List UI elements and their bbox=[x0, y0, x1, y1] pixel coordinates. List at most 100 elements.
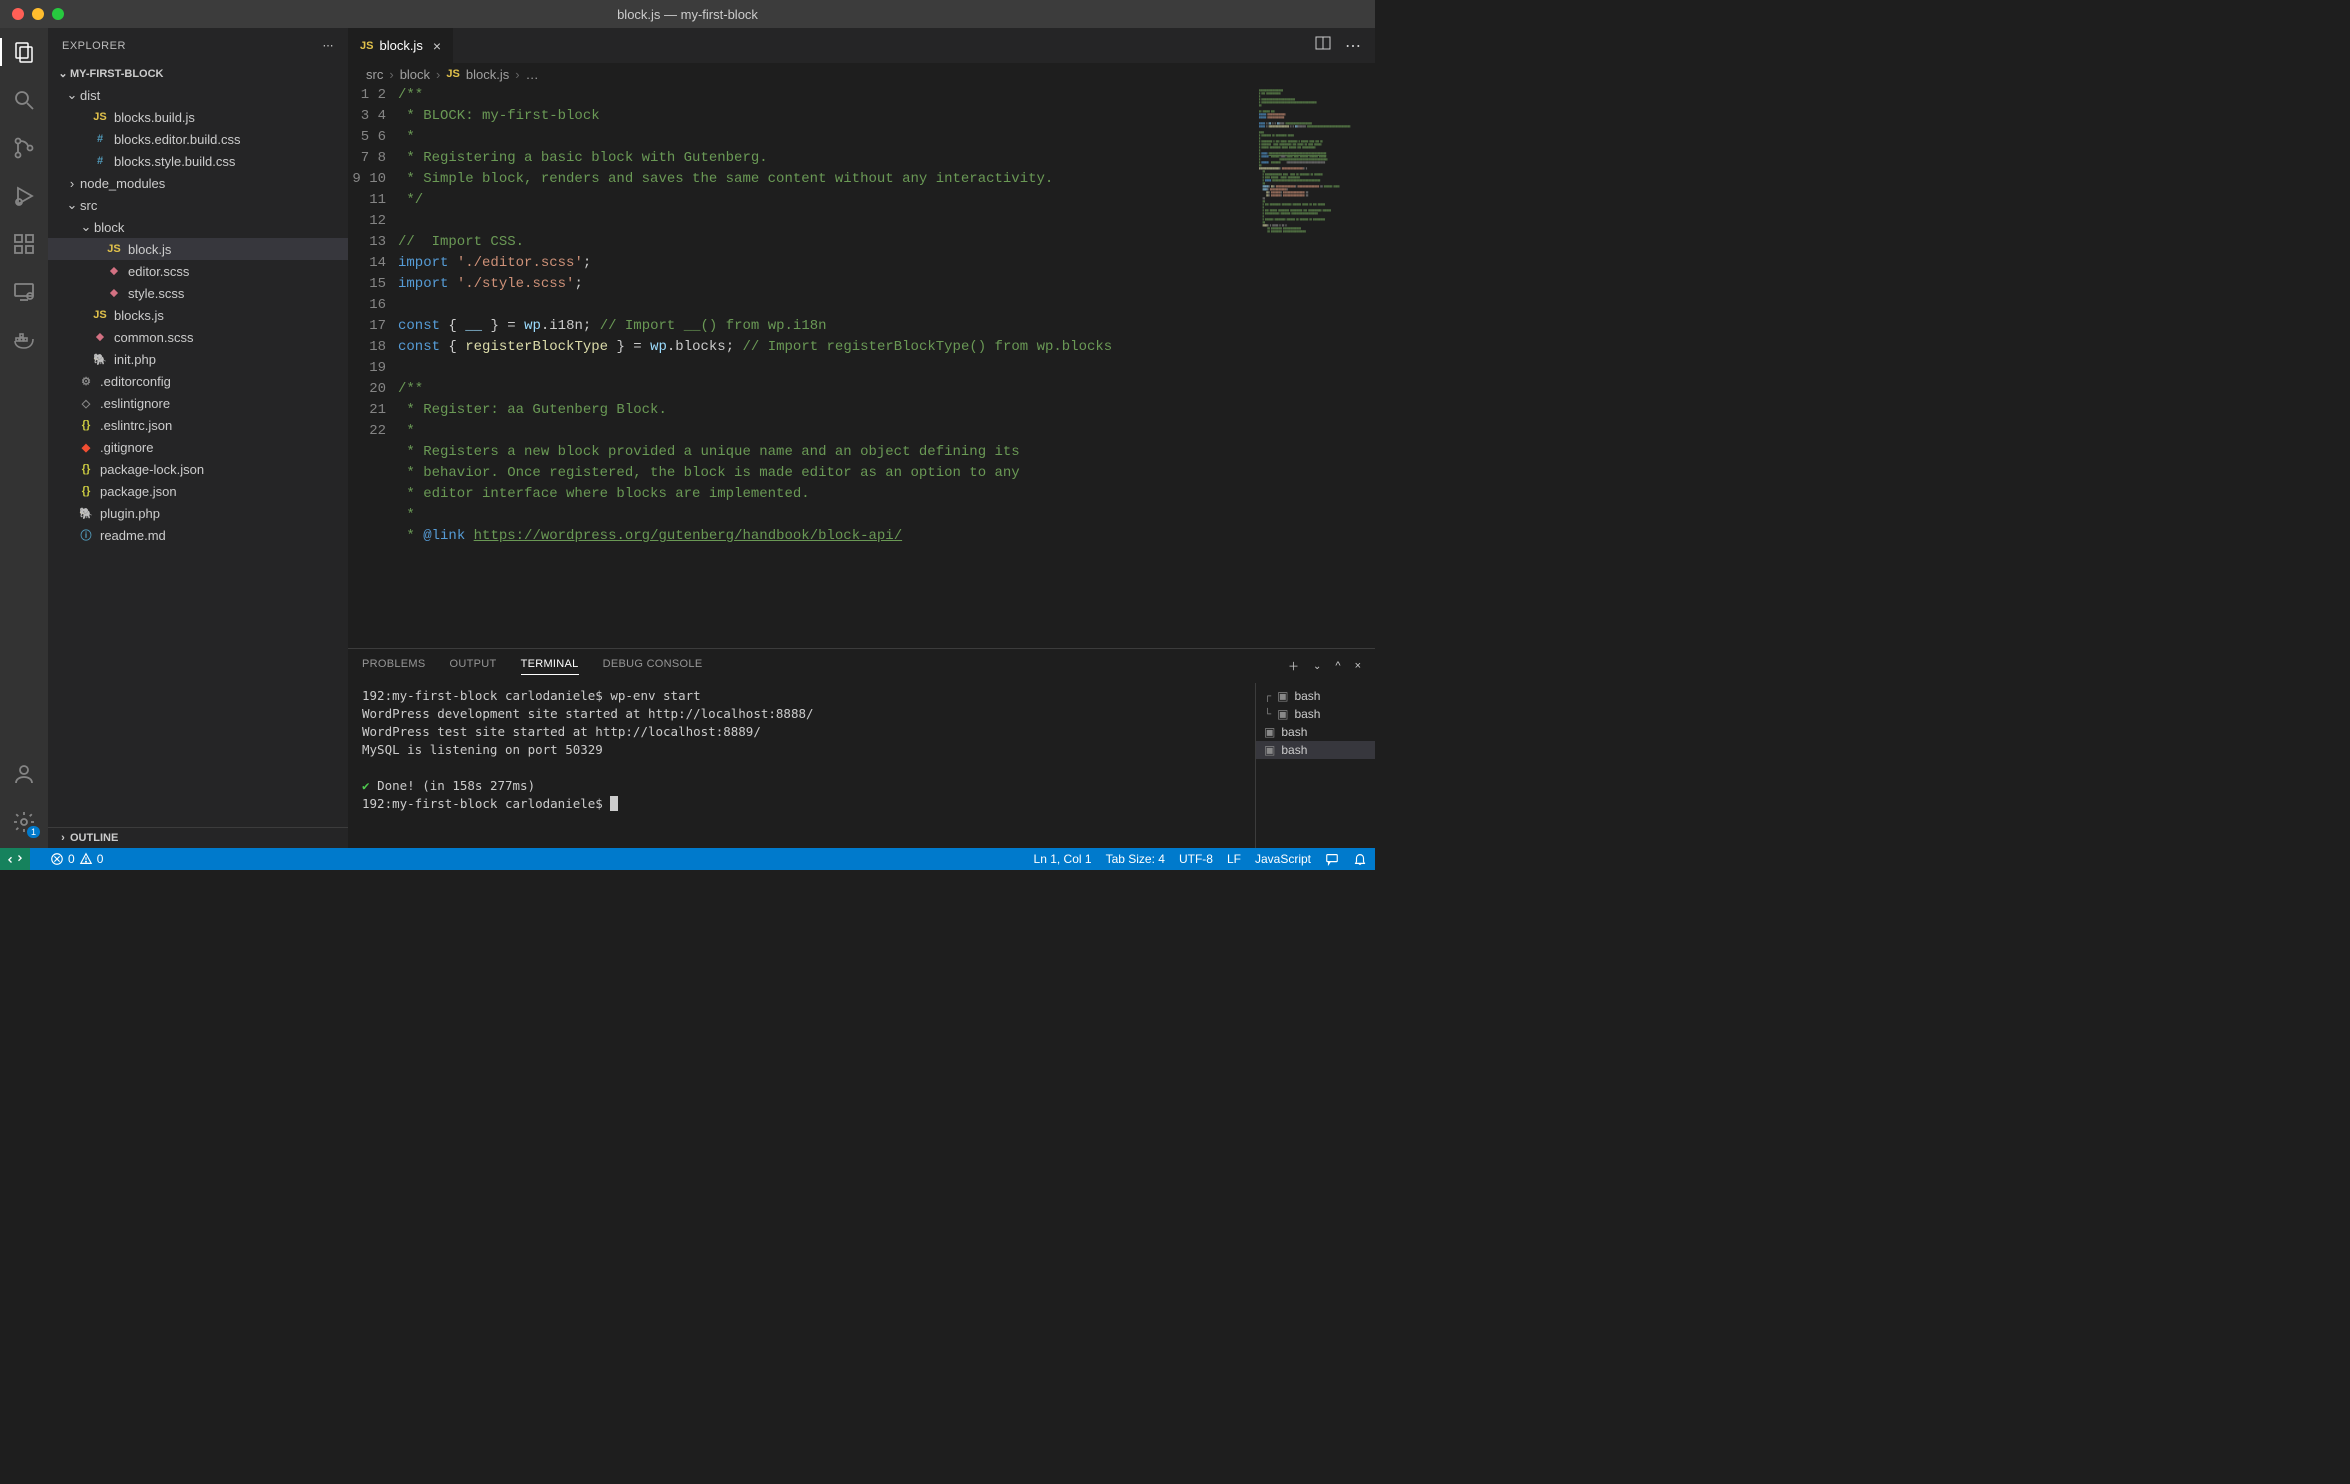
file-block-js[interactable]: JSblock.js bbox=[48, 238, 348, 260]
gitignore-icon: ◆ bbox=[78, 441, 94, 454]
chevron-down-icon: ⌄ bbox=[78, 219, 94, 235]
file-item[interactable]: JSblocks.js bbox=[48, 304, 348, 326]
breadcrumb-more: … bbox=[526, 67, 539, 82]
editor-actions: ⋯ bbox=[1315, 28, 1375, 63]
tab-output[interactable]: OUTPUT bbox=[450, 658, 497, 675]
cursor-position[interactable]: Ln 1, Col 1 bbox=[1034, 852, 1092, 866]
settings-badge: 1 bbox=[27, 826, 40, 838]
minimap[interactable]: ████████████████████ █ ███ ████████████ … bbox=[1255, 85, 1375, 648]
file-item[interactable]: ◇.eslintignore bbox=[48, 392, 348, 414]
js-icon: JS bbox=[360, 40, 373, 52]
bottom-panel: PROBLEMS OUTPUT TERMINAL DEBUG CONSOLE ＋… bbox=[348, 648, 1375, 848]
remote-button[interactable] bbox=[0, 848, 30, 870]
project-folder[interactable]: ⌄ MY-FIRST-BLOCK bbox=[48, 63, 348, 84]
terminal-item[interactable]: └▣bash bbox=[1256, 705, 1375, 723]
file-item[interactable]: ⬥style.scss bbox=[48, 282, 348, 304]
terminal-icon: ▣ bbox=[1277, 689, 1288, 703]
file-item[interactable]: ⬥common.scss bbox=[48, 326, 348, 348]
ignore-icon: ◇ bbox=[78, 397, 94, 410]
encoding[interactable]: UTF-8 bbox=[1179, 852, 1213, 866]
close-icon[interactable]: × bbox=[433, 38, 441, 54]
code-editor[interactable]: 1 2 3 4 5 6 7 8 9 10 11 12 13 14 15 16 1… bbox=[348, 85, 1375, 648]
search-icon[interactable] bbox=[10, 86, 38, 114]
file-item[interactable]: {}.eslintrc.json bbox=[48, 414, 348, 436]
window-controls bbox=[0, 8, 64, 20]
extensions-icon[interactable] bbox=[10, 230, 38, 258]
json-icon: {} bbox=[78, 485, 94, 497]
file-item[interactable]: ⚙.editorconfig bbox=[48, 370, 348, 392]
remote-explorer-icon[interactable] bbox=[10, 278, 38, 306]
outline-label: OUTLINE bbox=[70, 832, 118, 844]
file-tree: ⌄dist JSblocks.build.js #blocks.editor.b… bbox=[48, 84, 348, 827]
terminal-item[interactable]: ▣bash bbox=[1256, 741, 1375, 759]
file-item[interactable]: 🐘plugin.php bbox=[48, 502, 348, 524]
split-editor-icon[interactable] bbox=[1315, 35, 1331, 56]
project-name: MY-FIRST-BLOCK bbox=[70, 68, 164, 80]
close-window-icon[interactable] bbox=[12, 8, 24, 20]
tab-terminal[interactable]: TERMINAL bbox=[521, 658, 579, 675]
run-debug-icon[interactable] bbox=[10, 182, 38, 210]
breadcrumb-item[interactable]: block.js bbox=[466, 67, 509, 82]
chevron-down-icon: ⌄ bbox=[56, 67, 70, 80]
explorer-icon[interactable] bbox=[10, 38, 38, 66]
chevron-right-icon: › bbox=[64, 176, 80, 191]
eol[interactable]: LF bbox=[1227, 852, 1241, 866]
source-control-icon[interactable] bbox=[10, 134, 38, 162]
file-item[interactable]: ⓘreadme.md bbox=[48, 524, 348, 546]
terminal[interactable]: 192:my-first-block carlodaniele$ wp-env … bbox=[348, 683, 1255, 848]
tab-label: block.js bbox=[379, 38, 422, 53]
tab-problems[interactable]: PROBLEMS bbox=[362, 658, 426, 675]
close-panel-icon[interactable]: × bbox=[1355, 660, 1361, 672]
settings-icon[interactable]: 1 bbox=[10, 808, 38, 836]
maximize-window-icon[interactable] bbox=[52, 8, 64, 20]
maximize-panel-icon[interactable]: ^ bbox=[1335, 660, 1340, 672]
bell-icon[interactable] bbox=[1353, 852, 1367, 866]
tab-debug-console[interactable]: DEBUG CONSOLE bbox=[603, 658, 703, 675]
file-item[interactable]: #blocks.editor.build.css bbox=[48, 128, 348, 150]
docker-icon[interactable] bbox=[10, 326, 38, 354]
folder-dist[interactable]: ⌄dist bbox=[48, 84, 348, 106]
activity-bar: 1 bbox=[0, 28, 48, 848]
php-icon: 🐘 bbox=[92, 353, 108, 366]
breadcrumb-item[interactable]: src bbox=[366, 67, 383, 82]
file-item[interactable]: JSblocks.build.js bbox=[48, 106, 348, 128]
folder-block[interactable]: ⌄block bbox=[48, 216, 348, 238]
scss-icon: ⬥ bbox=[106, 287, 122, 300]
js-icon: JS bbox=[92, 309, 108, 321]
tab-size[interactable]: Tab Size: 4 bbox=[1106, 852, 1165, 866]
more-actions-icon[interactable]: ⋯ bbox=[1345, 36, 1361, 56]
titlebar: block.js — my-first-block bbox=[0, 0, 1375, 28]
explorer-more-icon[interactable]: ⋯ bbox=[323, 39, 335, 52]
tab-block-js[interactable]: JS block.js × bbox=[348, 28, 454, 63]
account-icon[interactable] bbox=[10, 760, 38, 788]
feedback-icon[interactable] bbox=[1325, 852, 1339, 866]
js-icon: JS bbox=[92, 111, 108, 123]
file-item[interactable]: {}package.json bbox=[48, 480, 348, 502]
code-content[interactable]: /** * BLOCK: my-first-block * * Register… bbox=[398, 85, 1255, 648]
js-icon: JS bbox=[106, 243, 122, 255]
minimize-window-icon[interactable] bbox=[32, 8, 44, 20]
panel-tabs: PROBLEMS OUTPUT TERMINAL DEBUG CONSOLE ＋… bbox=[348, 649, 1375, 683]
terminal-item[interactable]: ┌▣bash bbox=[1256, 687, 1375, 705]
folder-node-modules[interactable]: ›node_modules bbox=[48, 172, 348, 194]
file-item[interactable]: #blocks.style.build.css bbox=[48, 150, 348, 172]
new-terminal-icon[interactable]: ＋ bbox=[1288, 658, 1299, 674]
language-mode[interactable]: JavaScript bbox=[1255, 852, 1311, 866]
file-item[interactable]: 🐘init.php bbox=[48, 348, 348, 370]
php-icon: 🐘 bbox=[78, 507, 94, 520]
split-terminal-icon[interactable]: ⌄ bbox=[1313, 661, 1321, 672]
chevron-right-icon: › bbox=[436, 67, 440, 82]
file-item[interactable]: ⬥editor.scss bbox=[48, 260, 348, 282]
errors-warnings[interactable]: 0 0 bbox=[50, 852, 103, 866]
terminal-item[interactable]: ▣bash bbox=[1256, 723, 1375, 741]
file-item[interactable]: ◆.gitignore bbox=[48, 436, 348, 458]
folder-src[interactable]: ⌄src bbox=[48, 194, 348, 216]
json-icon: {} bbox=[78, 419, 94, 431]
file-item[interactable]: {}package-lock.json bbox=[48, 458, 348, 480]
window-title: block.js — my-first-block bbox=[617, 7, 758, 22]
js-icon: JS bbox=[446, 68, 459, 80]
breadcrumb-item[interactable]: block bbox=[400, 67, 430, 82]
terminal-cursor bbox=[610, 796, 618, 811]
outline-section[interactable]: › OUTLINE bbox=[48, 827, 348, 848]
editor-area: JS block.js × ⋯ src › block › JS block.j… bbox=[348, 28, 1375, 848]
